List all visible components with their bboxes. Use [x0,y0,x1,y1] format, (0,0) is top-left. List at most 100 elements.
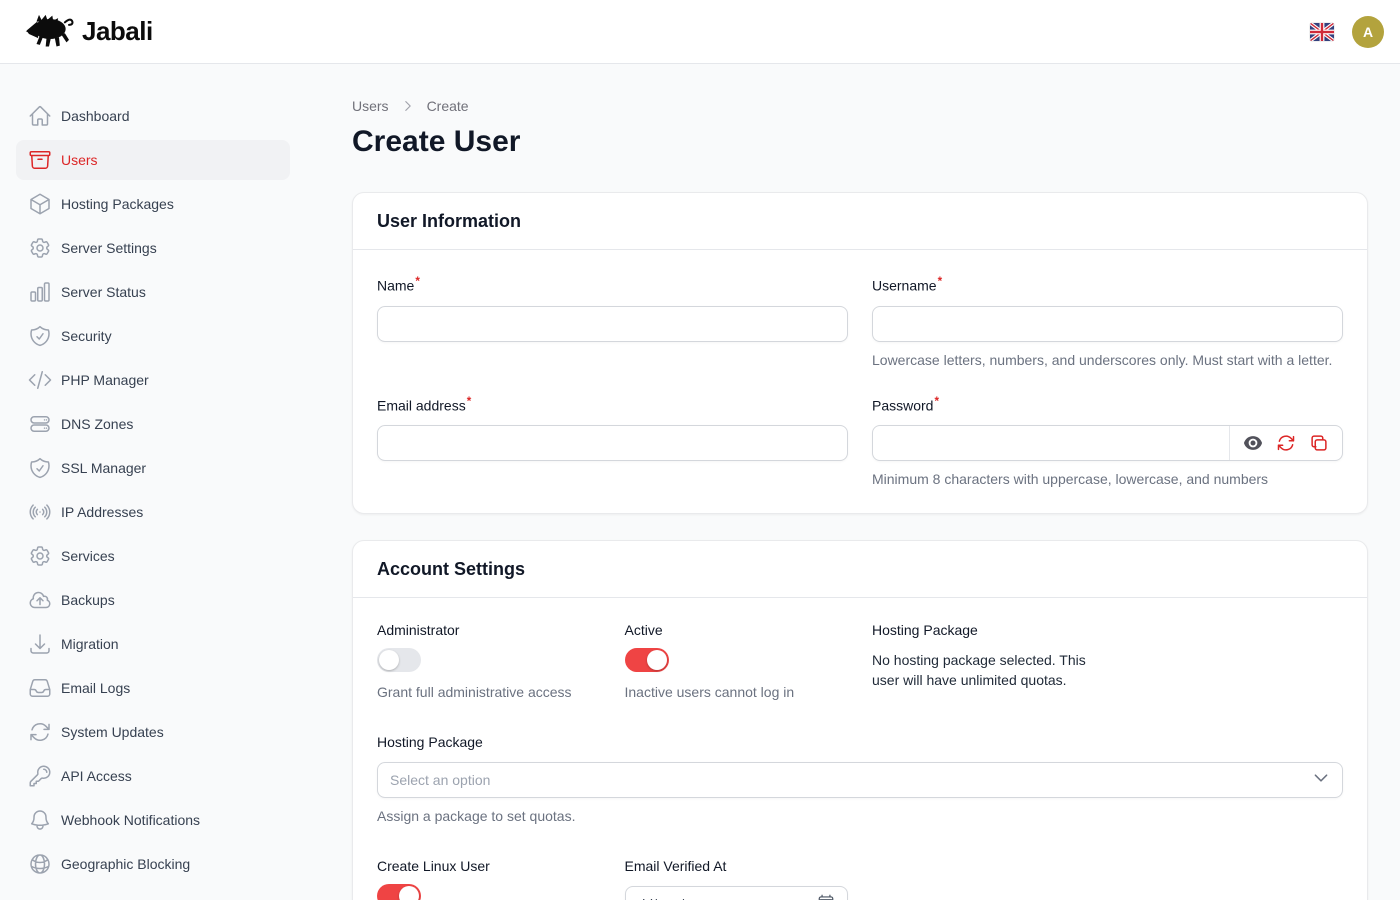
sidebar-item-label: Backups [61,592,115,608]
username-field: Username* Lowercase letters, numbers, an… [872,274,1343,370]
sidebar-item-label: IP Addresses [61,504,143,520]
language-switcher-uk-flag-icon[interactable] [1310,23,1334,41]
sidebar-item-label: Migration [61,636,119,652]
shield-check-icon [28,324,52,348]
top-header: Jabali A [0,0,1400,64]
sidebar-item-label: SSL Manager [61,460,146,476]
inbox-icon [28,676,52,700]
name-input[interactable] [377,306,848,342]
required-asterisk: * [467,395,472,408]
code-bracket-icon [28,368,52,392]
required-asterisk: * [938,275,943,288]
hosting-package-summary: Hosting Package No hosting package selec… [872,622,1096,702]
administrator-field: Administrator Grant full administrative … [377,622,601,702]
administrator-label: Administrator [377,622,601,638]
brand-logo[interactable]: Jabali [24,10,153,53]
sidebar-item-label: Hosting Packages [61,196,174,212]
signal-icon [28,500,52,524]
breadcrumb-create: Create [427,98,469,114]
arrow-down-tray-icon [28,632,52,656]
email-input[interactable] [377,425,848,461]
email-field: Email address* [377,394,848,490]
sidebar-item-backups[interactable]: Backups [16,580,290,620]
select-placeholder: Select an option [390,772,490,788]
password-actions [1229,426,1342,460]
eye-icon[interactable] [1243,433,1263,453]
sidebar-item-label: Webhook Notifications [61,812,200,828]
sidebar-item-label: System Updates [61,724,164,740]
hosting-package-label: Hosting Package [377,734,1343,750]
breadcrumb-users[interactable]: Users [352,98,389,114]
email-verified-at-input[interactable]: dd/mm/yyyy [625,886,849,900]
brand-name: Jabali [82,16,153,47]
copy-icon[interactable] [1309,433,1329,453]
create-linux-user-toggle[interactable] [377,884,421,900]
create-linux-user-field: Create Linux User [377,858,601,900]
sidebar-item-ip-addresses[interactable]: IP Addresses [16,492,290,532]
globe-icon [28,852,52,876]
user-information-section: User Information Name* Username* Lowerca… [352,192,1368,514]
sidebar-item-dns-zones[interactable]: DNS Zones [16,404,290,444]
gear-icon [28,236,52,260]
sidebar-item-services[interactable]: Services [16,536,290,576]
sidebar-item-hosting-packages[interactable]: Hosting Packages [16,184,290,224]
sidebar-item-label: Server Status [61,284,146,300]
hosting-package-field: Hosting Package Select an option Assign … [377,734,1343,826]
bar-chart-icon [28,280,52,304]
hosting-package-helper: Assign a package to set quotas. [377,806,1343,826]
sidebar-item-server-status[interactable]: Server Status [16,272,290,312]
sidebar-item-label: DNS Zones [61,416,133,432]
boar-logo-icon [24,10,74,53]
sidebar-item-label: Dashboard [61,108,130,124]
key-icon [28,764,52,788]
user-avatar[interactable]: A [1352,16,1384,48]
sidebar-item-api-access[interactable]: API Access [16,756,290,796]
active-helper: Inactive users cannot log in [625,682,849,702]
sidebar-item-geographic-blocking[interactable]: Geographic Blocking [16,844,290,884]
sidebar-item-system-updates[interactable]: System Updates [16,712,290,752]
main-content: Users Create Create User User Informatio… [304,64,1400,900]
regenerate-icon[interactable] [1276,433,1296,453]
calendar-icon [817,893,835,900]
sidebar-item-php-manager[interactable]: PHP Manager [16,360,290,400]
sidebar-item-migration[interactable]: Migration [16,624,290,664]
server-stack-icon [28,412,52,436]
bell-icon [28,808,52,832]
active-field: Active Inactive users cannot log in [625,622,849,702]
hosting-package-summary-text: No hosting package selected. This user w… [872,650,1096,690]
home-icon [28,104,52,128]
email-verified-at-label: Email Verified At [625,858,849,874]
breadcrumb: Users Create [352,98,1368,114]
sidebar-item-label: API Access [61,768,132,784]
active-toggle[interactable] [625,648,669,672]
page-title: Create User [352,124,1368,160]
sidebar-item-users[interactable]: Users [16,140,290,180]
sidebar-item-label: Security [61,328,112,344]
required-asterisk: * [415,275,420,288]
sidebar-item-label: Geographic Blocking [61,856,190,872]
sidebar: Dashboard Users Hosting Packages Server … [0,64,304,900]
account-settings-section: Account Settings Administrator Grant ful… [352,540,1368,900]
sidebar-item-server-settings[interactable]: Server Settings [16,228,290,268]
sidebar-item-ssl-manager[interactable]: SSL Manager [16,448,290,488]
hosting-package-select[interactable]: Select an option [377,762,1343,798]
gear-icon [28,544,52,568]
sidebar-item-dashboard[interactable]: Dashboard [16,96,290,136]
required-asterisk: * [934,395,939,408]
sidebar-item-security[interactable]: Security [16,316,290,356]
administrator-toggle[interactable] [377,648,421,672]
username-label: Username [872,278,937,294]
password-label: Password [872,397,933,413]
shield-check-icon [28,456,52,480]
password-field: Password* [872,394,1343,490]
sidebar-item-label: Server Settings [61,240,157,256]
chevron-right-icon [401,99,415,113]
email-label: Email address [377,397,466,413]
sidebar-item-email-logs[interactable]: Email Logs [16,668,290,708]
username-input[interactable] [872,306,1343,342]
sidebar-item-webhook-notifications[interactable]: Webhook Notifications [16,800,290,840]
cube-icon [28,192,52,216]
sidebar-item-label: Email Logs [61,680,130,696]
date-placeholder: dd/mm/yyyy [638,896,713,900]
section-title: Account Settings [377,557,1343,581]
